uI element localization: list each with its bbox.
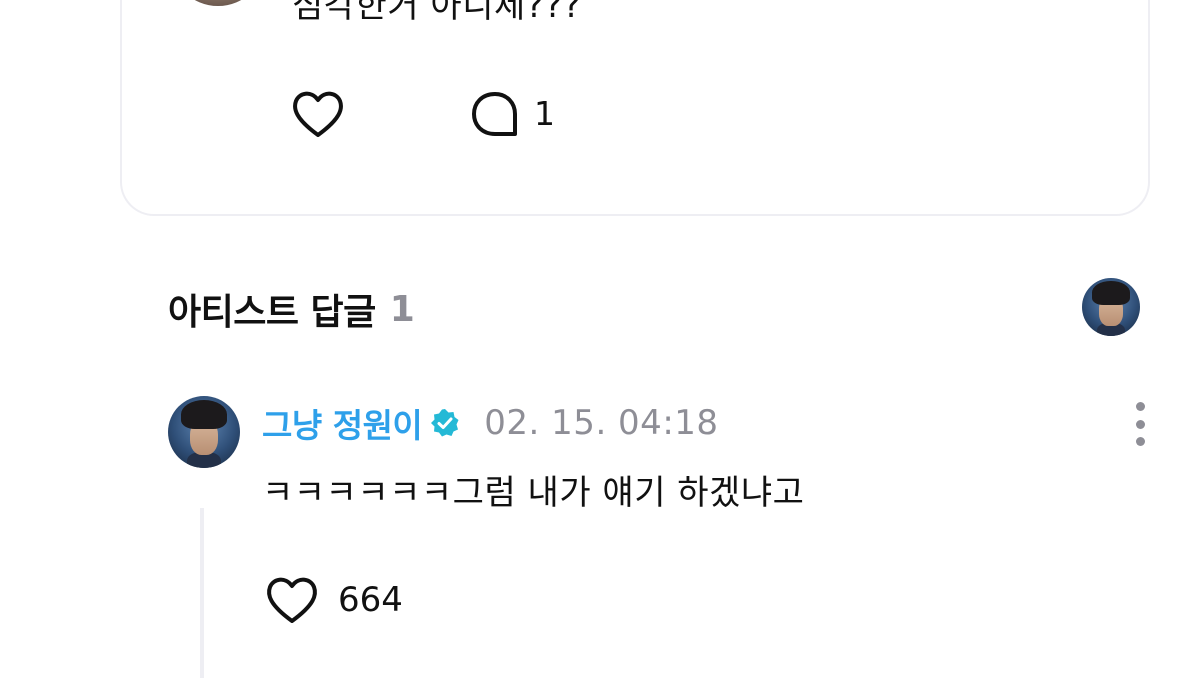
heart-outline-icon bbox=[293, 91, 343, 137]
artist-name[interactable]: 그냥 정원이 bbox=[262, 399, 423, 447]
artist-mini-avatar[interactable] bbox=[1082, 278, 1140, 336]
more-vertical-icon[interactable] bbox=[1124, 402, 1156, 446]
artist-replies-header: 아티스트 답글 1 bbox=[168, 284, 415, 334]
reply-date: 02. 15. 04:18 bbox=[484, 403, 719, 443]
reply-count: 1 bbox=[534, 94, 555, 133]
artist-avatar[interactable] bbox=[168, 396, 240, 468]
reply-meta: 그냥 정원이 02. 15. 04:18 bbox=[262, 400, 719, 446]
comment-actions: 1 bbox=[290, 88, 555, 140]
heart-outline-icon bbox=[267, 577, 317, 623]
fan-comment-card: 심각한거 아니제??? 1 bbox=[120, 0, 1150, 216]
fan-avatar[interactable] bbox=[170, 0, 266, 6]
reply-text: ㅋㅋㅋㅋㅋㅋ그럼 내가 얘기 하겠냐고 bbox=[262, 473, 805, 513]
section-title: 아티스트 답글 bbox=[168, 292, 376, 333]
thread-line bbox=[200, 508, 204, 678]
reply-like-button[interactable]: 664 bbox=[264, 574, 403, 626]
section-count: 1 bbox=[389, 288, 415, 330]
comment-reply-button[interactable]: 1 bbox=[470, 90, 555, 138]
verified-badge-icon bbox=[430, 408, 460, 438]
comment-like-button[interactable] bbox=[290, 89, 346, 139]
comment-text: 심각한거 아니제??? bbox=[292, 0, 582, 26]
like-count: 664 bbox=[338, 580, 403, 620]
speech-bubble-icon bbox=[472, 92, 517, 136]
